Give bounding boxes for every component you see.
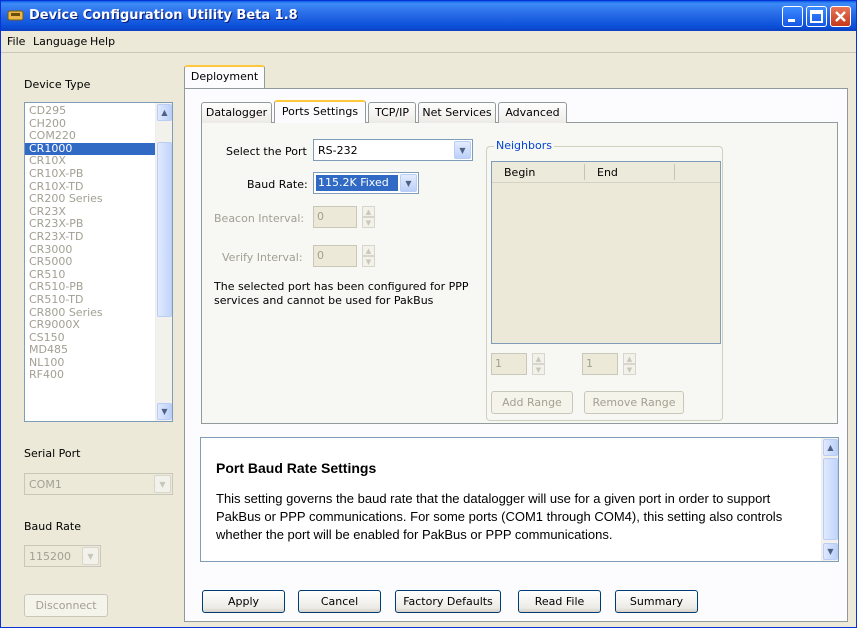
spin-down-icon: ▼: [532, 364, 545, 375]
range-begin-spinner[interactable]: ▲ ▼: [530, 353, 546, 375]
list-item[interactable]: CD295: [25, 104, 156, 118]
device-list-scrollbar[interactable]: ▲ ▼: [155, 103, 172, 421]
spin-down-icon: ▼: [362, 256, 375, 267]
baud-rate-label: Baud Rate: [24, 520, 81, 533]
spin-up-icon: ▲: [362, 245, 375, 256]
menu-file[interactable]: File: [7, 35, 25, 48]
chevron-down-icon: ▼: [82, 547, 99, 565]
list-item[interactable]: MD485: [25, 344, 156, 357]
maximize-icon: [810, 10, 823, 23]
list-item[interactable]: RF400: [25, 369, 156, 382]
beacon-interval-input[interactable]: 0: [313, 206, 357, 228]
spin-down-icon: ▼: [623, 364, 636, 375]
scroll-up-button[interactable]: ▲: [157, 104, 172, 121]
spin-up-icon: ▲: [362, 206, 375, 217]
sidebar-baud-rate-select[interactable]: 115200 ▼: [24, 545, 101, 567]
serial-port-label: Serial Port: [24, 447, 81, 460]
menu-language[interactable]: Language: [33, 35, 87, 48]
minimize-button[interactable]: [782, 6, 803, 27]
add-range-button[interactable]: Add Range: [491, 391, 573, 414]
range-end-value: 1: [586, 357, 593, 370]
port-select[interactable]: RS-232 ▼: [313, 139, 473, 161]
chevron-up-icon: ▲: [161, 108, 168, 117]
tab-net-services[interactable]: Net Services: [418, 102, 496, 123]
list-item[interactable]: CR5000: [25, 256, 156, 269]
beacon-interval-value: 0: [317, 210, 324, 223]
port-message: The selected port has been configured fo…: [214, 280, 469, 307]
port-baud-rate-label: Baud Rate:: [247, 178, 308, 191]
help-body: This setting governs the baud rate that …: [216, 491, 783, 542]
range-end-input[interactable]: 1: [582, 353, 618, 375]
scroll-down-button[interactable]: ▼: [157, 403, 172, 420]
maximize-button[interactable]: [806, 6, 827, 27]
serial-port-select[interactable]: COM1 ▼: [24, 473, 173, 495]
sidebar-baud-rate-value: 115200: [29, 550, 71, 563]
verify-interval-spinner[interactable]: ▲ ▼: [360, 245, 376, 267]
tab-advanced[interactable]: Advanced: [498, 102, 567, 123]
range-begin-value: 1: [495, 357, 502, 370]
neighbors-grid-header: Begin End: [492, 162, 720, 183]
port-baud-rate-select[interactable]: 115.2K Fixed ▼: [313, 172, 419, 194]
help-text-area[interactable]: Port Baud Rate Settings This setting gov…: [200, 437, 839, 562]
list-item[interactable]: CR200 Series: [25, 193, 156, 206]
chevron-down-icon: ▼: [400, 174, 417, 192]
help-scroll-up-button[interactable]: ▲: [823, 439, 838, 456]
window-title: Device Configuration Utility Beta 1.8: [29, 8, 298, 23]
verify-interval-label: Verify Interval:: [222, 251, 303, 264]
factory-defaults-button[interactable]: Factory Defaults: [395, 590, 501, 613]
tab-tcp-ip[interactable]: TCP/IP: [368, 102, 416, 123]
minimize-icon: [788, 19, 795, 22]
list-item[interactable]: CR9000X: [25, 318, 156, 332]
close-icon: [835, 11, 846, 22]
col-end[interactable]: End: [597, 166, 618, 179]
device-icon: [7, 10, 24, 21]
select-port-label: Select the Port: [226, 145, 307, 158]
help-scrollbar[interactable]: ▲ ▼: [821, 438, 838, 561]
spin-up-icon: ▲: [532, 353, 545, 364]
verify-interval-input[interactable]: 0: [313, 245, 357, 267]
tab-ports-settings[interactable]: Ports Settings: [274, 100, 366, 123]
spin-down-icon: ▼: [362, 217, 375, 228]
help-scroll-down-button[interactable]: ▼: [823, 543, 838, 560]
remove-range-button[interactable]: Remove Range: [584, 391, 684, 414]
menu-bar: File Language Help: [1, 31, 856, 53]
help-title: Port Baud Rate Settings: [216, 460, 377, 476]
beacon-interval-label: Beacon Interval:: [214, 212, 305, 225]
port-baud-rate-value: 115.2K Fixed: [316, 175, 398, 191]
port-select-value: RS-232: [318, 144, 358, 157]
list-item[interactable]: CR10X-PB: [25, 167, 156, 181]
list-item[interactable]: CR510-TD: [25, 293, 156, 307]
disconnect-button[interactable]: Disconnect: [24, 594, 108, 617]
title-bar[interactable]: Device Configuration Utility Beta 1.8: [1, 1, 856, 31]
beacon-interval-spinner[interactable]: ▲ ▼: [360, 206, 376, 228]
cancel-button[interactable]: Cancel: [298, 590, 381, 613]
range-end-spinner[interactable]: ▲ ▼: [621, 353, 637, 375]
spin-up-icon: ▲: [623, 353, 636, 364]
verify-interval-value: 0: [317, 249, 324, 262]
chevron-down-icon: ▼: [154, 475, 171, 493]
list-item[interactable]: COM220: [25, 130, 156, 143]
close-button[interactable]: [830, 6, 851, 27]
help-scroll-thumb[interactable]: [823, 458, 838, 540]
read-file-button[interactable]: Read File: [518, 590, 601, 613]
range-begin-input[interactable]: 1: [491, 353, 527, 375]
apply-button[interactable]: Apply: [202, 590, 285, 613]
menu-help[interactable]: Help: [90, 35, 115, 48]
scroll-thumb[interactable]: [157, 142, 172, 317]
chevron-down-icon: ▼: [161, 407, 168, 416]
serial-port-value: COM1: [29, 478, 62, 491]
tab-datalogger[interactable]: Datalogger: [201, 102, 272, 123]
col-begin[interactable]: Begin: [504, 166, 535, 179]
neighbors-grid[interactable]: Begin End: [491, 161, 721, 344]
device-type-list[interactable]: CD295 CH200 COM220 CR1000 CR10X CR10X-PB CR10X…: [24, 102, 173, 422]
neighbors-title: Neighbors: [494, 139, 554, 152]
chevron-up-icon: ▲: [827, 443, 834, 452]
tab-deployment[interactable]: Deployment: [184, 65, 265, 88]
device-type-label: Device Type: [24, 78, 91, 91]
list-item[interactable]: CR23X-TD: [25, 230, 156, 244]
chevron-down-icon: ▼: [454, 141, 471, 159]
app-window: Device Configuration Utility Beta 1.8 Fi…: [0, 0, 857, 628]
summary-button[interactable]: Summary: [615, 590, 698, 613]
chevron-down-icon: ▼: [827, 547, 834, 556]
